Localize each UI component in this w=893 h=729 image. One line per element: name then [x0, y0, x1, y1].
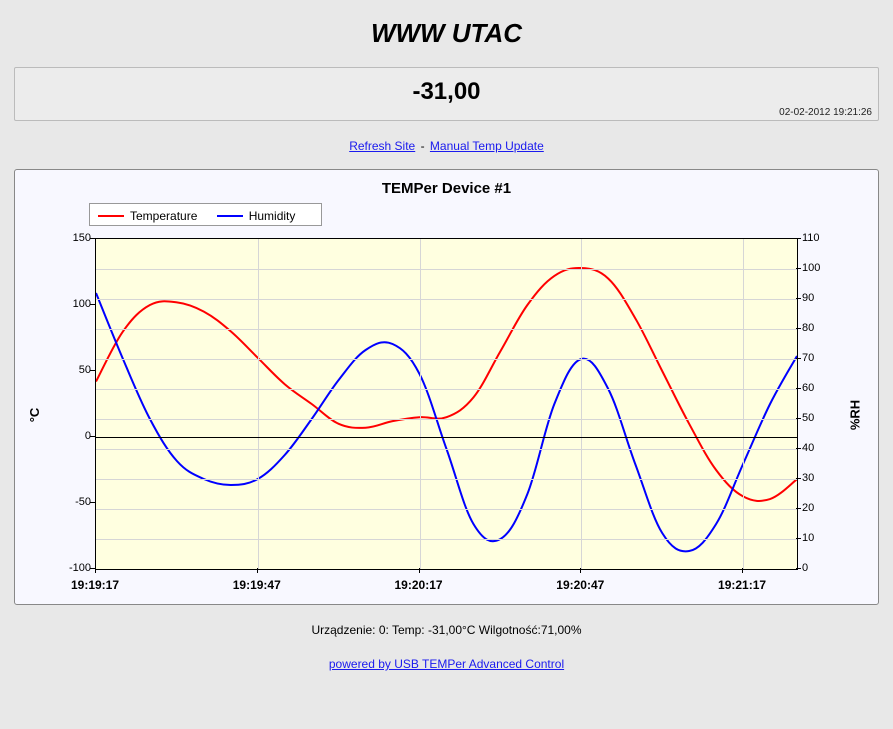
- y-axis-right-label: %RH: [847, 400, 862, 430]
- tick-mark-left: [90, 370, 95, 371]
- tick-mark-right: [796, 328, 801, 329]
- chart-curves: [96, 239, 797, 569]
- gridline-v: [258, 239, 259, 569]
- gridline-h: [96, 539, 797, 540]
- ytick-left: 50: [51, 364, 91, 376]
- current-timestamp: 02-02-2012 19:21:26: [779, 107, 872, 118]
- page-title: WWW UTAC: [14, 18, 879, 49]
- series-temperature: [96, 268, 797, 501]
- footer: powered by USB TEMPer Advanced Control: [14, 657, 879, 671]
- tick-mark-right: [796, 538, 801, 539]
- tick-mark-bottom: [742, 568, 743, 573]
- gridline-v: [743, 239, 744, 569]
- ytick-left: 100: [51, 298, 91, 310]
- ytick-right: 30: [802, 472, 842, 484]
- gridline-h: [96, 329, 797, 330]
- gridline-h: [96, 269, 797, 270]
- chart-title: TEMPer Device #1: [19, 180, 874, 197]
- ytick-left: -50: [51, 496, 91, 508]
- current-temperature: -31,00: [23, 78, 870, 106]
- ytick-left: 150: [51, 232, 91, 244]
- links-row: Refresh Site - Manual Temp Update: [14, 139, 879, 153]
- plot-area: [95, 238, 798, 570]
- link-separator: -: [421, 139, 428, 153]
- tick-mark-left: [90, 238, 95, 239]
- gridline-h: [96, 389, 797, 390]
- ytick-right: 90: [802, 292, 842, 304]
- tick-mark-right: [796, 418, 801, 419]
- tick-mark-bottom: [419, 568, 420, 573]
- page-root: WWW UTAC -31,00 02-02-2012 19:21:26 Refr…: [0, 0, 893, 729]
- tick-mark-right: [796, 358, 801, 359]
- chart-panel: TEMPer Device #1 Temperature Humidity °C…: [14, 169, 879, 605]
- powered-by-link[interactable]: powered by USB TEMPer Advanced Control: [329, 657, 564, 671]
- gridline-v: [420, 239, 421, 569]
- ytick-right: 40: [802, 442, 842, 454]
- ytick-left: -100: [51, 562, 91, 574]
- xtick: 19:19:47: [233, 578, 281, 592]
- gridline-v: [581, 239, 582, 569]
- gridline-h: [96, 419, 797, 420]
- ytick-right: 80: [802, 322, 842, 334]
- ytick-right: 20: [802, 502, 842, 514]
- tick-mark-bottom: [257, 568, 258, 573]
- tick-mark-left: [90, 436, 95, 437]
- series-humidity: [96, 293, 797, 551]
- tick-mark-bottom: [580, 568, 581, 573]
- ytick-right: 110: [802, 232, 842, 244]
- tick-mark-left: [90, 304, 95, 305]
- ytick-right: 60: [802, 382, 842, 394]
- ytick-right: 100: [802, 262, 842, 274]
- ytick-right: 50: [802, 412, 842, 424]
- legend-swatch-temperature: [98, 215, 124, 217]
- chart-legend: Temperature Humidity: [89, 203, 322, 226]
- tick-mark-right: [796, 568, 801, 569]
- xtick: 19:19:17: [71, 578, 119, 592]
- current-value-panel: -31,00 02-02-2012 19:21:26: [14, 67, 879, 121]
- legend-swatch-humidity: [217, 215, 243, 217]
- legend-item-temperature: Temperature: [98, 209, 197, 223]
- device-status-line: Urządzenie: 0: Temp: -31,00°C Wilgotność…: [14, 623, 879, 637]
- tick-mark-right: [796, 448, 801, 449]
- manual-update-link[interactable]: Manual Temp Update: [430, 139, 544, 153]
- gridline-h: [96, 479, 797, 480]
- zero-line: [96, 437, 797, 438]
- gridline-h: [96, 509, 797, 510]
- legend-label-humidity: Humidity: [249, 209, 296, 223]
- xtick: 19:20:47: [556, 578, 604, 592]
- tick-mark-right: [796, 508, 801, 509]
- tick-mark-right: [796, 388, 801, 389]
- xtick: 19:21:17: [718, 578, 766, 592]
- refresh-link[interactable]: Refresh Site: [349, 139, 415, 153]
- gridline-h: [96, 359, 797, 360]
- gridline-h: [96, 299, 797, 300]
- ytick-right: 0: [802, 562, 842, 574]
- plot-wrap: °C %RH -100 -50 0 50 100 150 0 10 20 30 40 50 60 70 80…: [23, 230, 870, 600]
- tick-mark-left: [90, 502, 95, 503]
- tick-mark-right: [796, 298, 801, 299]
- tick-mark-right: [796, 268, 801, 269]
- legend-item-humidity: Humidity: [217, 209, 296, 223]
- tick-mark-right: [796, 478, 801, 479]
- ytick-right: 70: [802, 352, 842, 364]
- ytick-right: 10: [802, 532, 842, 544]
- y-axis-left-label: °C: [27, 408, 42, 423]
- ytick-left: 0: [51, 430, 91, 442]
- tick-mark-right: [796, 238, 801, 239]
- xtick: 19:20:17: [395, 578, 443, 592]
- gridline-h: [96, 449, 797, 450]
- tick-mark-bottom: [95, 568, 96, 573]
- legend-label-temperature: Temperature: [130, 209, 197, 223]
